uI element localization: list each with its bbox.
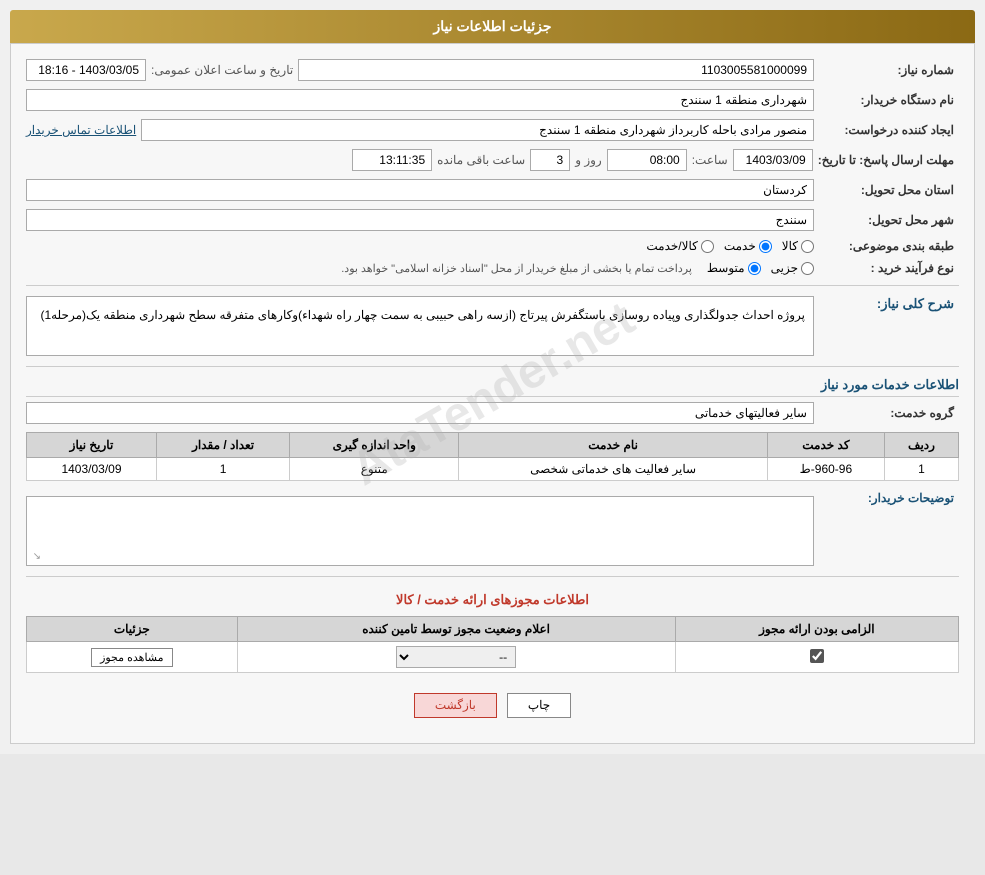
- buyer-org-value: شهرداری منطقه 1 سنندج: [26, 89, 814, 111]
- purchase-type-label-jozi: جزیی: [771, 261, 798, 275]
- col-qty: تعداد / مقدار: [156, 433, 289, 458]
- response-days-label: روز و: [575, 153, 602, 167]
- response-time-value: 08:00: [607, 149, 687, 171]
- cell-qty: 1: [156, 458, 289, 481]
- perm-col-status: اعلام وضعیت مجوز توسط تامین کننده: [237, 617, 675, 642]
- province-label: استان محل تحویل:: [819, 183, 959, 197]
- permissions-table: الزامی بودن ارائه مجوز اعلام وضعیت مجوز …: [26, 616, 959, 673]
- category-label-kala: کالا: [782, 239, 798, 253]
- perm-col-required: الزامی بودن ارائه مجوز: [675, 617, 958, 642]
- response-time-label: ساعت:: [692, 153, 728, 167]
- purchase-type-note: پرداخت تمام یا بخشی از مبلغ خریدار از مح…: [341, 262, 692, 275]
- purchase-type-radio-group: جزیی متوسط: [707, 261, 814, 275]
- response-date-label: مهلت ارسال پاسخ: تا تاریخ:: [818, 153, 959, 167]
- buyer-notes-label: توضیحات خریدار:: [819, 491, 959, 505]
- need-number-value: 1103005581000099: [298, 59, 814, 81]
- divider-2: [26, 366, 959, 367]
- permissions-section: اطلاعات مجوزهای ارائه خدمت / کالا الزامی…: [26, 592, 959, 673]
- buyer-notes-box[interactable]: ↘: [26, 496, 814, 566]
- action-buttons: چاپ بازگشت: [26, 693, 959, 718]
- category-label-kala-khedmat: کالا/خدمت: [646, 239, 697, 253]
- perm-status-cell[interactable]: --: [237, 642, 675, 673]
- purchase-type-label: نوع فرآیند خرید :: [819, 261, 959, 275]
- service-group-label: گروه خدمت:: [819, 406, 959, 420]
- purchase-type-motavasset[interactable]: متوسط: [707, 261, 761, 275]
- cell-date: 1403/03/09: [27, 458, 157, 481]
- response-date-value: 1403/03/09: [733, 149, 813, 171]
- perm-status-select[interactable]: --: [396, 646, 516, 668]
- province-value: کردستان: [26, 179, 814, 201]
- view-permit-button[interactable]: مشاهده مجوز: [91, 648, 172, 667]
- table-row: 1 960-96-ط سایر فعالیت های خدماتی شخصی م…: [27, 458, 959, 481]
- cell-unit: متنوع: [290, 458, 459, 481]
- divider-1: [26, 285, 959, 286]
- category-label: طبقه بندی موضوعی:: [819, 239, 959, 253]
- list-item: -- مشاهده مجوز: [27, 642, 959, 673]
- purchase-type-jozi[interactable]: جزیی: [771, 261, 814, 275]
- announce-date-label: تاریخ و ساعت اعلان عمومی:: [151, 63, 293, 77]
- col-row: ردیف: [884, 433, 958, 458]
- category-radio-kala-khedmat[interactable]: [701, 240, 714, 253]
- service-group-value: سایر فعالیتهای خدماتی: [26, 402, 814, 424]
- back-button[interactable]: بازگشت: [414, 693, 497, 718]
- category-option-kala[interactable]: کالا: [782, 239, 814, 253]
- contact-link[interactable]: اطلاعات تماس خریدار: [26, 123, 136, 137]
- category-label-khedmat: خدمت: [724, 239, 756, 253]
- cell-row: 1: [884, 458, 958, 481]
- category-option-khedmat[interactable]: خدمت: [724, 239, 772, 253]
- response-days-value: 3: [530, 149, 570, 171]
- buyer-org-label: نام دستگاه خریدار:: [819, 93, 959, 107]
- col-name: نام خدمت: [459, 433, 768, 458]
- purchase-type-label-motavasset: متوسط: [707, 261, 745, 275]
- response-remaining-label: ساعت باقی مانده: [437, 153, 525, 167]
- category-radio-kala[interactable]: [801, 240, 814, 253]
- need-number-label: شماره نیاز:: [819, 63, 959, 77]
- description-label: شرح کلی نیاز:: [819, 296, 959, 312]
- response-remaining-value: 13:11:35: [352, 149, 432, 171]
- perm-details-cell: مشاهده مجوز: [27, 642, 238, 673]
- category-option-kala-khedmat[interactable]: کالا/خدمت: [646, 239, 713, 253]
- creator-value: منصور مرادی باحله کاربرداز شهرداری منطقه…: [141, 119, 814, 141]
- cell-name: سایر فعالیت های خدماتی شخصی: [459, 458, 768, 481]
- notes-resize-handle[interactable]: ↘: [29, 551, 41, 563]
- services-table: ردیف کد خدمت نام خدمت واحد اندازه گیری ت…: [26, 432, 959, 481]
- purchase-type-radio-motavasset[interactable]: [748, 262, 761, 275]
- description-text: پروژه احداث جدولگذاری وپیاده روسازی باست…: [26, 296, 814, 356]
- perm-required-checkbox[interactable]: [810, 649, 824, 663]
- perm-col-details: جزئیات: [27, 617, 238, 642]
- creator-label: ایجاد کننده درخواست:: [819, 123, 959, 137]
- category-radio-khedmat[interactable]: [759, 240, 772, 253]
- permissions-title: اطلاعات مجوزهای ارائه خدمت / کالا: [26, 592, 959, 608]
- print-button[interactable]: چاپ: [507, 693, 571, 718]
- services-section-title: اطلاعات خدمات مورد نیاز: [26, 377, 959, 397]
- category-radio-group: کالا خدمت کالا/خدمت: [646, 239, 814, 253]
- divider-3: [26, 576, 959, 577]
- col-unit: واحد اندازه گیری: [290, 433, 459, 458]
- announce-date-value: 1403/03/05 - 18:16: [26, 59, 146, 81]
- page-title: جزئیات اطلاعات نیاز: [10, 10, 975, 43]
- col-code: کد خدمت: [767, 433, 884, 458]
- col-date: تاریخ نیاز: [27, 433, 157, 458]
- perm-required-cell: [675, 642, 958, 673]
- cell-code: 960-96-ط: [767, 458, 884, 481]
- purchase-type-radio-jozi[interactable]: [801, 262, 814, 275]
- city-value: سنندج: [26, 209, 814, 231]
- city-label: شهر محل تحویل:: [819, 213, 959, 227]
